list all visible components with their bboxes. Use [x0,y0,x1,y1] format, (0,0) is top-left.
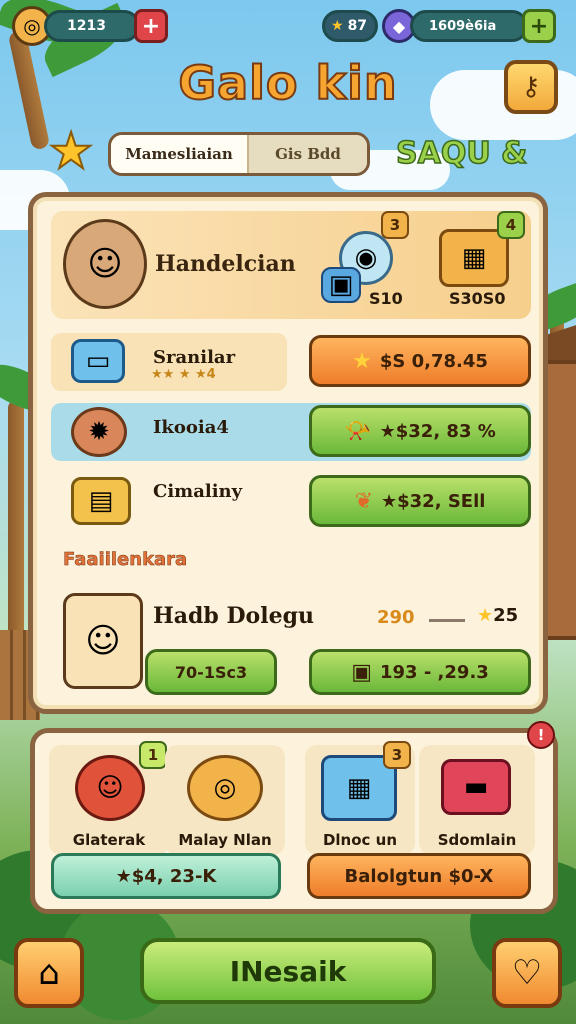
star-icon: ★ [352,348,372,374]
hero-avatar: ☺ [63,219,147,309]
heart-icon: ♡ [511,953,543,993]
main-panel: ☺ Handelcian ◉ ▣ 3 S10 ▦ 4 S30S0 ▭ Srani… [28,192,548,714]
home-icon: ⌂ [38,953,60,993]
item1-badge: 3 [381,211,409,239]
item2-badge: 4 [497,211,525,239]
row-label: Cimaliny [153,481,243,502]
star-icon: ★ [331,18,344,34]
ticket-icon: ▭ [71,339,125,383]
chest-icon: ▣ [351,659,372,685]
section-label: Faaiilenkara [63,549,188,571]
price-label: 193 - ,29.3 [379,661,489,683]
shop-item-badge: 1 [139,741,167,769]
gear-icon: ✹ [71,407,127,457]
shop-item-name: Malay Nlan [178,831,272,849]
shop-item[interactable]: ▦ 3 Dlnoc un [305,741,415,855]
shop-panel: ☺ 1 Glaterak ◎ Malay Nlan ▦ 3 Dlnoc un ▬… [30,721,558,914]
home-button[interactable]: ⌂ [14,938,84,1008]
character-icon: ☺ [75,755,145,821]
gems-display: ◆ 1609è6ia + [382,8,556,44]
shop-item[interactable]: ☺ 1 Glaterak [49,741,169,855]
buy-button[interactable]: ❦ ★$32, SEll [309,475,531,527]
key-button[interactable]: ⚷ [504,60,558,114]
hero2-stat-right: ★25 [477,605,519,626]
close-badge[interactable]: ! [527,721,555,749]
hero2-avatar: ☺ [63,593,143,689]
shop-item-name: Dlnoc un [322,831,398,849]
main-action-button[interactable]: INesaik [140,938,436,1004]
shop-item-name: Sdomlain [437,831,517,849]
add-coins-button[interactable]: + [134,9,168,43]
shop-item[interactable]: ◎ Malay Nlan [165,745,285,855]
key-icon: ⚷ [521,72,541,102]
buy-button[interactable]: 📯 ★$32, 83 % [309,405,531,457]
hero2-left-button[interactable]: 70-1Sc3 [145,649,277,695]
hero2-name: Hadb Dolegu [153,603,314,629]
price-label: ★$32, SEll [381,490,486,512]
divider [429,619,465,622]
shop-item[interactable]: ▬ Sdomlain [419,745,535,855]
hero-card: ☺ Handelcian ◉ ▣ 3 S10 ▦ 4 S30S0 [51,211,531,319]
item2-value: S30S0 [449,289,506,308]
wheel-icon: ◎ [187,755,263,821]
hero2-stat-left: 290 [377,607,415,628]
row-label: Ikooia4 [153,417,229,438]
chest-icon[interactable]: ▦ [439,229,509,287]
gems-value: 1609è6ia [410,10,528,42]
price-label: $S 0,78.45 [379,350,488,372]
leaf-icon: ❦ [354,488,373,514]
hero2-right-button[interactable]: ▣ 193 - ,29.3 [309,649,531,695]
shop-item-badge: 3 [383,741,411,769]
game-title: Galo kin [177,55,398,111]
shop-price-right[interactable]: Balolgtun $0-X [307,853,531,899]
stars-display: ★ 87 [322,8,378,44]
list-item: ▤ Cimaliny ❦ ★$32, SEll [51,473,531,531]
shop-price-left[interactable]: ★$4, 23-K [51,853,281,899]
row-label: Sranilar [153,347,236,368]
list-item: ✹ Ikooia4 📯 ★$32, 83 % [51,403,531,461]
horn-icon: 📯 [344,418,372,444]
side-label[interactable]: SAQU & [395,135,528,172]
shop-item-name: Glaterak [72,831,146,849]
coins-value: 1213 [44,10,140,42]
tab-active[interactable]: Mamesliaian [111,135,249,173]
scroll-icon: ▬ [441,759,511,815]
box-icon: ▣ [321,267,361,303]
item1-value: S10 [369,289,403,308]
hero2-card: ☺ Hadb Dolegu 290 ★25 70-1Sc3 ▣ 193 - ,2… [51,589,531,701]
tab-inactive[interactable]: Gis Bdd [249,135,367,173]
price-label: ★$4, 23-K [115,865,217,887]
stars-counter: ★ 87 [322,10,378,42]
map-icon: ▤ [71,477,131,525]
heart-button[interactable]: ♡ [492,938,562,1008]
favorite-star-icon: ★ [48,122,95,180]
hero-name: Handelcian [155,251,296,277]
buy-button[interactable]: ★ $S 0,78.45 [309,335,531,387]
price-label: ★$32, 83 % [379,420,496,442]
tab-bar: Mamesliaian Gis Bdd [108,132,370,176]
add-gems-button[interactable]: + [522,9,556,43]
list-item: ▭ Sranilar ★★ ★ ★4 ★ $S 0,78.45 [51,333,531,391]
star-icon: ★ [477,605,494,626]
row-stars: ★★ ★ ★4 [151,367,216,382]
coins-display: ◎ 1213 + [12,6,168,46]
price-label: Balolgtun $0-X [344,865,494,887]
stars-value: 87 [347,18,368,34]
